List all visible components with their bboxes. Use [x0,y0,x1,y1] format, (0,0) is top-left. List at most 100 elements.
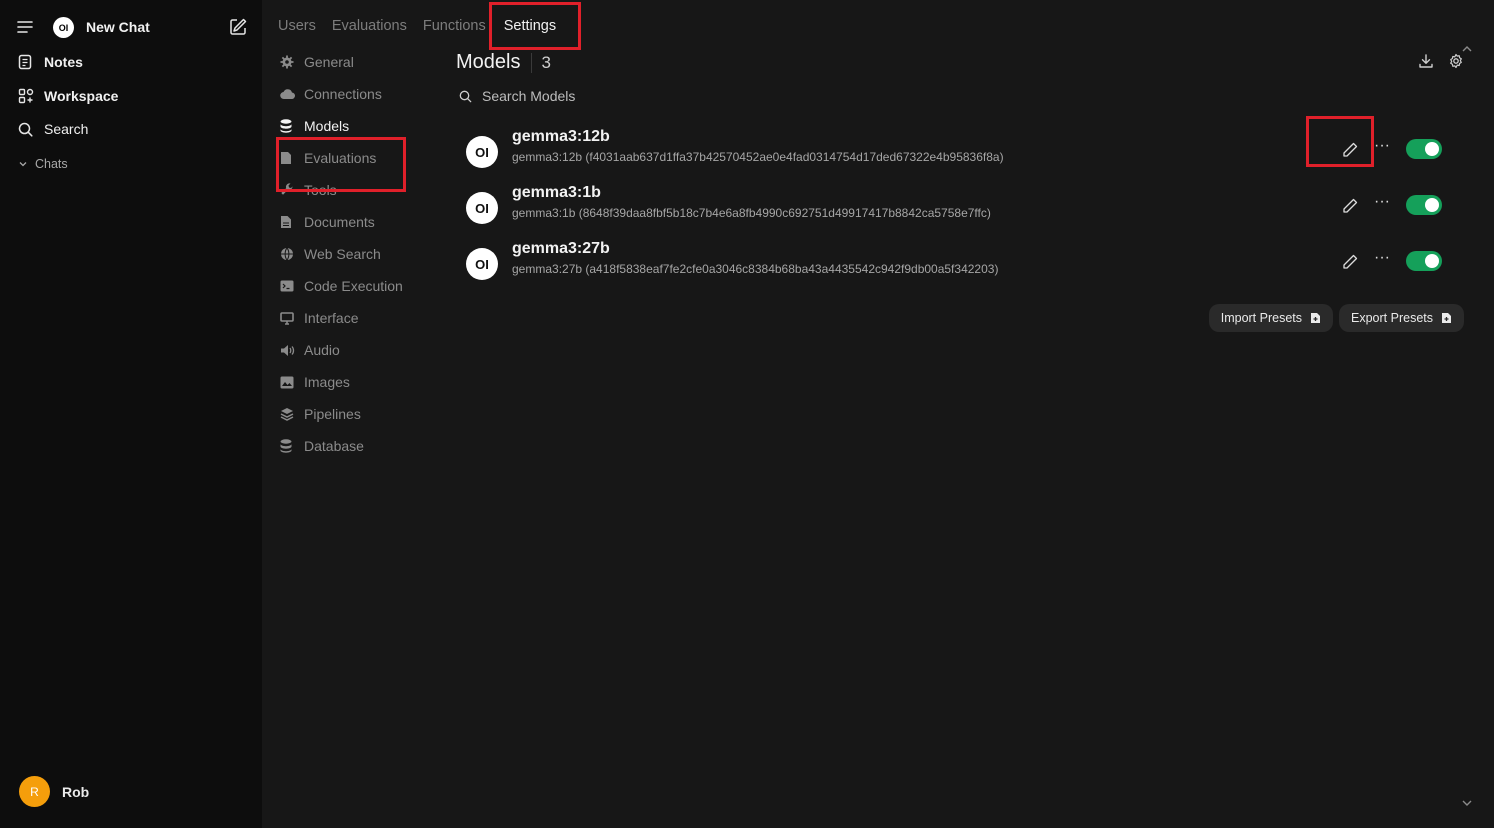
settings-nav-label: Code Execution [304,278,403,294]
model-description: gemma3:27b (a418f5838eaf7fe2cfe0a3046c83… [512,262,999,276]
user-menu[interactable]: R Rob [19,776,89,807]
pencil-icon[interactable] [1340,252,1360,272]
sidebar-item-label: Workspace [44,88,119,104]
chats-section-toggle[interactable]: Chats [18,157,68,171]
settings-nav-label: Documents [304,214,375,230]
settings-nav-connections[interactable]: Connections [280,78,440,110]
database-icon [280,439,304,453]
settings-nav: General Connections Models Evaluations T… [276,46,440,462]
cloud-icon [280,88,304,100]
model-logo: OI [466,136,498,168]
sidebar-item-workspace[interactable]: Workspace [12,81,250,111]
search-icon [12,120,38,138]
tab-users[interactable]: Users [278,18,316,34]
model-enabled-toggle[interactable] [1406,195,1442,215]
app-sidebar: OI New Chat Notes Workspace Search Chats… [0,0,262,828]
highlight-box-edit [1306,116,1374,167]
import-presets-label: Import Presets [1220,311,1303,325]
globe-icon [280,247,304,261]
terminal-icon [280,280,304,292]
highlight-box-models [276,137,406,192]
settings-nav-label: Pipelines [304,406,361,422]
toggle-knob [1425,142,1439,156]
model-search [456,84,1456,108]
menu-icon[interactable] [16,18,34,36]
export-presets-button[interactable]: Export Presets [1339,304,1464,332]
search-input[interactable] [482,88,1082,104]
toggle-knob [1425,198,1439,212]
settings-nav-label: Connections [304,86,382,102]
settings-nav-general[interactable]: General [280,46,440,78]
download-icon[interactable] [1418,53,1434,69]
settings-nav-code-execution[interactable]: Code Execution [280,270,440,302]
chevron-down-icon[interactable] [1460,798,1474,808]
sidebar-item-search[interactable]: Search [12,114,250,144]
settings-nav-label: Interface [304,310,359,326]
settings-nav-label: Database [304,438,364,454]
model-row[interactable]: OI gemma3:27b gemma3:27b (a418f5838eaf7f… [464,240,1464,292]
main-content: Users Evaluations Functions Settings Gen… [262,0,1494,828]
header-divider [531,52,533,73]
avatar: R [19,776,50,807]
toggle-knob [1425,254,1439,268]
compose-icon[interactable] [228,17,248,37]
notes-icon [12,53,38,71]
models-header-actions [1418,53,1464,69]
preset-actions: Import Presets Export Presets [1208,304,1464,332]
more-options-button[interactable]: ··· [1372,194,1392,215]
tab-evaluations[interactable]: Evaluations [332,18,407,34]
model-name: gemma3:27b [512,240,610,257]
models-count: 3 [541,52,551,72]
settings-nav-audio[interactable]: Audio [280,334,440,366]
settings-nav-pipelines[interactable]: Pipelines [280,398,440,430]
settings-nav-label: Images [304,374,350,390]
export-presets-label: Export Presets [1351,311,1433,325]
models-header: Models 3 [456,51,551,74]
new-chat-link[interactable]: New Chat [86,19,150,35]
model-logo: OI [466,248,498,280]
settings-nav-label: Audio [304,342,340,358]
app-logo: OI [53,17,74,38]
sidebar-item-notes[interactable]: Notes [12,47,250,77]
settings-nav-label: Web Search [304,246,381,262]
settings-nav-images[interactable]: Images [280,366,440,398]
image-icon [280,376,304,389]
more-options-button[interactable]: ··· [1372,138,1392,159]
settings-nav-label: General [304,54,354,70]
file-icon [280,215,304,229]
tab-functions[interactable]: Functions [423,18,486,34]
model-enabled-toggle[interactable] [1406,139,1442,159]
settings-nav-interface[interactable]: Interface [280,302,440,334]
more-options-button[interactable]: ··· [1372,250,1392,271]
monitor-icon [280,311,304,325]
settings-nav-documents[interactable]: Documents [280,206,440,238]
sidebar-item-label: Search [44,121,89,137]
file-import-icon [1311,313,1321,323]
chevron-up-icon[interactable] [1460,44,1474,54]
user-name: Rob [62,783,90,800]
model-description: gemma3:12b (f4031aab637d1ffa37b42570452a… [512,150,1004,164]
model-description: gemma3:1b (8648f39daa8fbf5b18c7b4e6a8fb4… [512,206,991,220]
model-name: gemma3:12b [512,128,610,145]
model-logo: OI [466,192,498,224]
pencil-icon[interactable] [1340,196,1360,216]
sidebar-item-label: Notes [44,54,83,70]
settings-nav-label: Models [304,118,350,134]
chats-label: Chats [35,157,68,171]
import-presets-button[interactable]: Import Presets [1208,304,1334,332]
gear-icon[interactable] [1448,53,1464,69]
model-name: gemma3:1b [512,184,601,201]
stack-icon [280,119,304,133]
chevron-down-icon [19,162,27,167]
speaker-icon [280,344,304,357]
model-enabled-toggle[interactable] [1406,251,1442,271]
search-icon [459,90,472,102]
file-export-icon [1442,313,1451,323]
settings-nav-web-search[interactable]: Web Search [280,238,440,270]
highlight-box-settings [489,2,581,50]
workspace-icon [12,87,38,105]
sidebar-header: OI New Chat [0,10,262,44]
model-row[interactable]: OI gemma3:1b gemma3:1b (8648f39daa8fbf5b… [464,184,1464,236]
settings-nav-database[interactable]: Database [280,430,440,462]
page-title: Models [456,51,521,73]
